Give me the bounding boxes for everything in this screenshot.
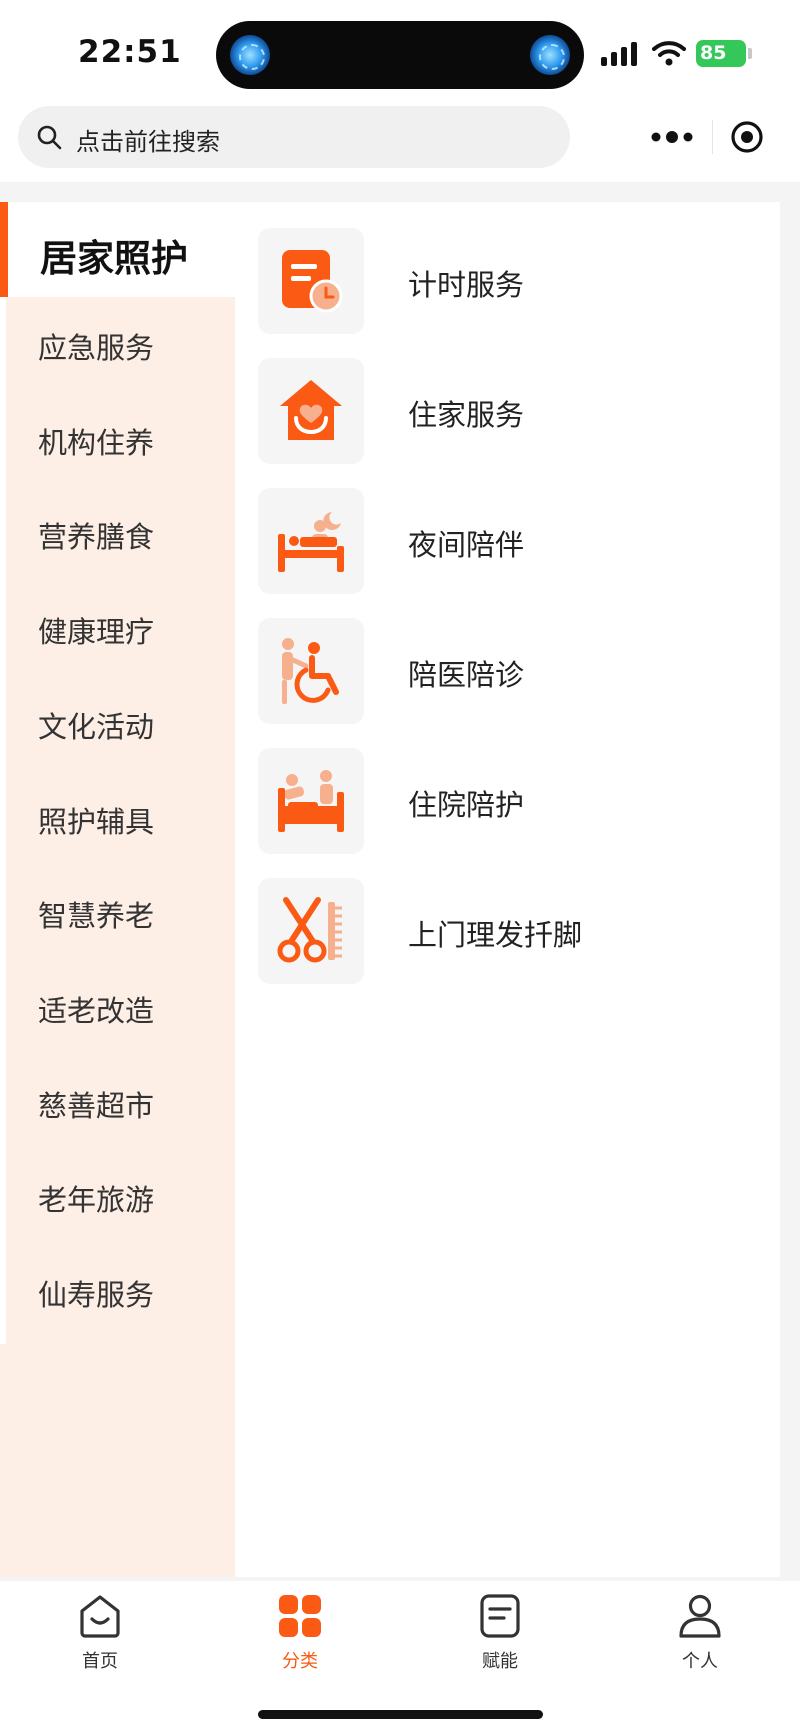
sidebar-item-active[interactable]: 居家照护	[0, 202, 235, 297]
service-item-timed[interactable]: 计时服务	[258, 228, 758, 334]
sidebar-item-label: 居家照护	[40, 237, 188, 280]
status-time: 22:51	[78, 34, 182, 70]
sidebar-item-label: 文化活动	[38, 709, 155, 744]
category-icon	[279, 1595, 321, 1637]
tab-profile[interactable]: 个人	[600, 1593, 800, 1683]
main-area: 居家照护 应急服务 机构住养 营养膳食 健康理疗 文化活动 照护辅具 智慧养老 …	[0, 202, 780, 1577]
service-item-haircut[interactable]: 上门理发扦脚	[258, 878, 758, 984]
service-label: 住家服务	[408, 398, 525, 432]
tab-label: 赋能	[482, 1651, 518, 1672]
sidebar-item-label: 应急服务	[38, 331, 155, 365]
sidebar-item-label: 仙寿服务	[38, 1278, 155, 1312]
hospital-escort-icon	[282, 638, 339, 704]
timed-service-icon	[282, 250, 343, 313]
sidebar-item-renovation[interactable]: 适老改造	[0, 960, 235, 1055]
search-placeholder: 点击前往搜索	[76, 128, 220, 156]
sidebar-item-label: 智慧养老	[38, 899, 155, 934]
dynamic-island	[216, 21, 584, 89]
tab-empower[interactable]: 赋能	[400, 1593, 600, 1683]
sidebar-item-nutrition[interactable]: 营养膳食	[0, 486, 235, 581]
tab-home[interactable]: 首页	[0, 1593, 200, 1683]
sidebar-item-health[interactable]: 健康理疗	[0, 581, 235, 676]
sidebar-item-label: 适老改造	[38, 993, 155, 1028]
sidebar-item-aids[interactable]: 照护辅具	[0, 771, 235, 866]
profile-icon	[679, 1594, 721, 1638]
service-tile	[258, 878, 364, 984]
service-tile	[258, 748, 364, 854]
sidebar-item-institution[interactable]: 机构住养	[0, 392, 235, 487]
service-label: 上门理发扦脚	[408, 918, 583, 952]
service-label: 住院陪护	[408, 788, 525, 822]
service-item-home-care[interactable]: 住家服务	[258, 358, 758, 464]
tab-label: 首页	[82, 1651, 118, 1672]
search-bar[interactable]: 点击前往搜索	[18, 106, 570, 168]
battery-icon: 85	[696, 40, 752, 67]
sidebar-item-travel[interactable]: 老年旅游	[0, 1149, 235, 1244]
service-tile	[258, 618, 364, 724]
sidebar-item-label: 健康理疗	[38, 615, 155, 650]
home-indicator[interactable]	[258, 1710, 543, 1719]
sidebar-item-label: 老年旅游	[38, 1183, 155, 1218]
service-item-night[interactable]: 夜间陪伴	[258, 488, 758, 594]
service-tile	[258, 228, 364, 334]
island-activity-icon	[230, 35, 270, 75]
capsule-divider	[712, 120, 713, 154]
tab-label: 个人	[682, 1651, 718, 1672]
haircut-pedicure-icon	[277, 897, 342, 963]
category-sidebar: 居家照护 应急服务 机构住养 营养膳食 健康理疗 文化活动 照护辅具 智慧养老 …	[0, 202, 235, 1577]
search-icon	[37, 125, 62, 150]
service-tile	[258, 358, 364, 464]
service-label: 夜间陪伴	[408, 528, 525, 562]
empower-icon	[480, 1594, 520, 1638]
sidebar-item-label: 慈善超市	[38, 1088, 155, 1123]
tab-label: 分类	[282, 1651, 318, 1672]
island-activity-icon	[530, 35, 570, 75]
mini-program-capsule	[630, 106, 796, 168]
status-bar: 22:51 85	[0, 0, 800, 102]
close-miniprogram-icon[interactable]	[730, 120, 764, 154]
sidebar-item-smart[interactable]: 智慧养老	[0, 865, 235, 960]
service-label: 陪医陪诊	[408, 658, 525, 692]
service-list: 计时服务 住家服务 夜间陪伴 陪医陪诊 住院陪护 上门理发扦脚	[235, 202, 780, 1577]
service-tile	[258, 488, 364, 594]
sidebar-item-label: 营养膳食	[38, 520, 155, 555]
service-item-inpatient[interactable]: 住院陪护	[258, 748, 758, 854]
sidebar-item-charity[interactable]: 慈善超市	[0, 1055, 235, 1150]
sidebar-item-xianshou[interactable]: 仙寿服务	[0, 1244, 235, 1339]
home-care-icon	[280, 380, 342, 440]
inpatient-care-icon	[278, 770, 344, 832]
battery-level: 85	[700, 42, 727, 64]
tab-bar: 首页 分类 赋能 个人	[0, 1581, 800, 1735]
sidebar-item-emergency[interactable]: 应急服务	[0, 297, 235, 392]
sidebar-item-label: 照护辅具	[38, 804, 155, 839]
night-companion-icon	[278, 512, 344, 572]
home-icon	[80, 1595, 120, 1638]
sidebar-item-culture[interactable]: 文化活动	[0, 676, 235, 771]
more-icon[interactable]	[648, 128, 696, 146]
sidebar-item-label: 机构住养	[38, 425, 155, 460]
wifi-icon	[652, 41, 686, 66]
signal-icon	[601, 42, 641, 66]
tab-category[interactable]: 分类	[200, 1593, 400, 1683]
service-item-escort[interactable]: 陪医陪诊	[258, 618, 758, 724]
search-row: 点击前往搜索	[0, 102, 800, 182]
service-label: 计时服务	[408, 268, 525, 302]
active-indicator	[0, 202, 8, 297]
